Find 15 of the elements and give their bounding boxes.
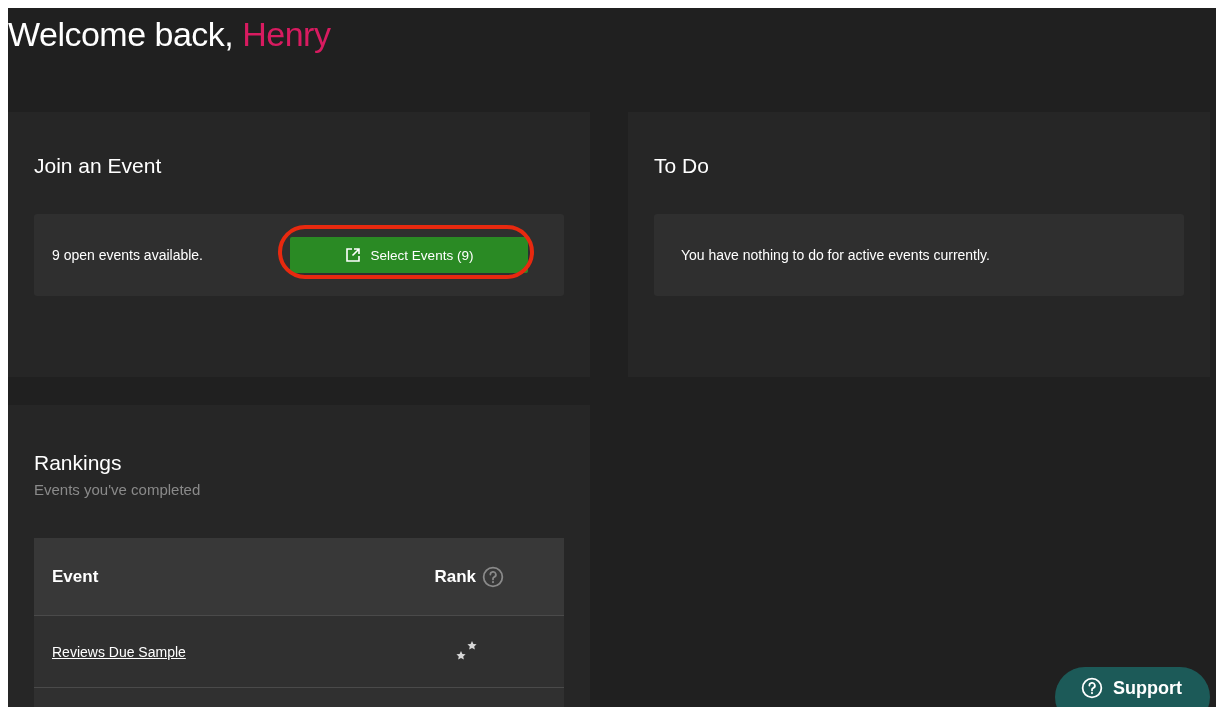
external-link-icon (344, 247, 361, 263)
column-header: Event (52, 566, 99, 587)
select-events-button[interactable]: Select Events (9) (290, 237, 528, 273)
card-title: To Do (654, 154, 710, 178)
help-icon (1081, 677, 1103, 699)
support-button[interactable]: Support (1055, 667, 1210, 707)
card-title: Join an Event (34, 154, 163, 178)
event-link[interactable]: Reviews Due Sample (52, 643, 186, 660)
column-header: Rank (434, 566, 476, 587)
welcome-heading: Welcome back, Henry (8, 14, 332, 55)
events-message: 9 open events available. (52, 247, 203, 263)
card-subtitle: Events you've completed (34, 481, 202, 498)
card-title: Rankings (34, 451, 123, 475)
todo-message: You have nothing to do for active events currently. (681, 247, 990, 263)
help-icon (482, 565, 504, 588)
